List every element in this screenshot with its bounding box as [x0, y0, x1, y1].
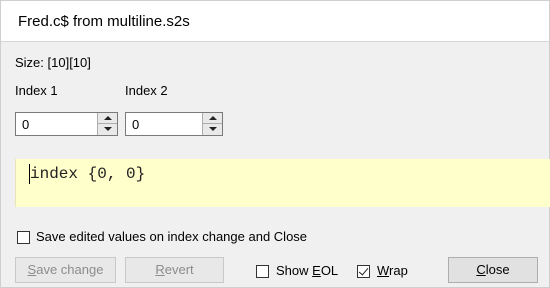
- dialog-window: Fred.c$ from multiline.s2s Size: [10][10…: [0, 0, 550, 288]
- index1-value[interactable]: 0: [22, 117, 29, 132]
- index1-down-button[interactable]: [98, 124, 117, 135]
- title-bar[interactable]: Fred.c$ from multiline.s2s: [1, 1, 549, 42]
- size-label: Size: [10][10]: [15, 55, 91, 70]
- revert-button[interactable]: Revert: [125, 257, 224, 283]
- save-edited-label[interactable]: Save edited values on index change and C…: [36, 229, 307, 244]
- save-change-button[interactable]: Save change: [15, 257, 116, 283]
- close-mnemonic: C: [476, 262, 486, 277]
- close-label: lose: [485, 262, 510, 277]
- show-eol-label-pre: Show: [276, 263, 313, 278]
- show-eol-checkbox[interactable]: [256, 265, 269, 278]
- spin-down-icon: [104, 127, 112, 131]
- revert-mnemonic: R: [155, 262, 165, 277]
- window-title: Fred.c$ from multiline.s2s: [18, 13, 190, 30]
- index1-label: Index 1: [15, 83, 58, 98]
- show-eol-label[interactable]: Show EOL: [276, 263, 338, 278]
- index2-up-button[interactable]: [203, 113, 222, 124]
- show-eol-mnemonic: E: [312, 263, 321, 278]
- index2-value[interactable]: 0: [132, 117, 139, 132]
- wrap-checkbox[interactable]: [357, 265, 370, 278]
- index1-up-button[interactable]: [98, 113, 117, 124]
- index2-down-button[interactable]: [203, 124, 222, 135]
- show-eol-label-rest: OL: [320, 263, 339, 278]
- editor-text[interactable]: index {0, 0}: [30, 165, 145, 183]
- wrap-label[interactable]: Wrap: [377, 263, 408, 278]
- index2-spin-buttons: [202, 113, 222, 135]
- value-editor[interactable]: index {0, 0}: [15, 159, 550, 207]
- revert-label: evert: [164, 262, 194, 277]
- save-change-label: ave change: [36, 262, 104, 277]
- wrap-label-rest: rap: [389, 263, 408, 278]
- index1-spinner[interactable]: 0: [15, 112, 118, 136]
- spin-up-icon: [209, 116, 217, 120]
- spin-down-icon: [209, 127, 217, 131]
- index1-spin-buttons: [97, 113, 117, 135]
- wrap-mnemonic: W: [377, 263, 390, 278]
- index2-label: Index 2: [125, 83, 168, 98]
- spin-up-icon: [104, 116, 112, 120]
- close-button[interactable]: Close: [448, 257, 538, 283]
- save-edited-checkbox[interactable]: [17, 231, 30, 244]
- save-change-mnemonic: S: [27, 262, 37, 277]
- index2-spinner[interactable]: 0: [125, 112, 223, 136]
